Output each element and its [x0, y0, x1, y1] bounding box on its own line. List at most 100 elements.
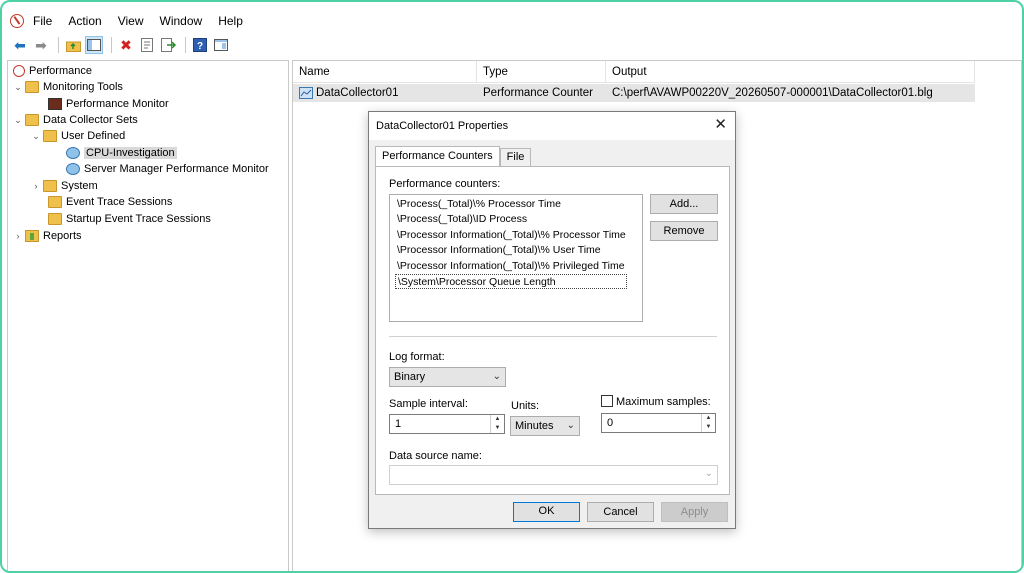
- reports-icon: [25, 230, 39, 242]
- monitor-chart-icon: [48, 98, 62, 110]
- properties-dialog: DataCollector01 Properties ✕ Performance…: [368, 111, 736, 529]
- dialog-tabs: Performance Counters File: [375, 146, 532, 167]
- tree-item-reports[interactable]: › Reports: [13, 228, 82, 244]
- counters-label: Performance counters:: [389, 178, 501, 190]
- folder-icon: [25, 114, 39, 126]
- remove-counter-button[interactable]: Remove: [650, 221, 718, 241]
- tree-item-system[interactable]: › System: [31, 178, 98, 194]
- menu-window[interactable]: Window: [160, 14, 203, 28]
- maximum-samples-checkbox[interactable]: [601, 395, 613, 407]
- forward-arrow-icon[interactable]: ➡: [32, 36, 50, 54]
- cell-output: C:\perf\AVAWP00220V_20260507-000001\Data…: [612, 87, 933, 99]
- data-source-select[interactable]: ⌄: [389, 465, 718, 485]
- units-select[interactable]: Minutes ⌄: [510, 416, 580, 436]
- chevron-down-icon: ⌄: [566, 420, 575, 431]
- close-icon[interactable]: ✕: [714, 117, 727, 133]
- chevron-down-icon: ⌄: [492, 371, 501, 382]
- tree-item-monitoring-tools[interactable]: ⌄ Monitoring Tools: [13, 79, 123, 95]
- dialog-title: DataCollector01 Properties: [376, 120, 509, 132]
- chevron-right-icon[interactable]: ›: [31, 181, 41, 191]
- export-icon[interactable]: [159, 36, 177, 54]
- tab-performance-counters[interactable]: Performance Counters: [375, 146, 500, 167]
- toolbar-separator: [185, 37, 186, 53]
- ok-button[interactable]: OK: [513, 502, 580, 522]
- folder-icon: [48, 196, 62, 208]
- list-item[interactable]: \Processor Information(_Total)\% Privile…: [395, 259, 627, 274]
- add-counter-button[interactable]: Add...: [650, 194, 718, 214]
- tree-item-performance-monitor[interactable]: Performance Monitor: [48, 96, 169, 112]
- data-source-label: Data source name:: [389, 450, 482, 462]
- apply-button[interactable]: Apply: [661, 502, 728, 522]
- menu-help[interactable]: Help: [218, 14, 243, 28]
- tree-item-startup-event-trace-sessions[interactable]: Startup Event Trace Sessions: [48, 211, 211, 227]
- maximum-samples-value: 0: [607, 417, 614, 429]
- help-icon[interactable]: ?: [191, 36, 209, 54]
- folder-icon: [48, 213, 62, 225]
- folder-icon: [43, 130, 57, 142]
- tab-file[interactable]: File: [499, 148, 532, 166]
- menu-file[interactable]: File: [33, 14, 52, 28]
- menu-action[interactable]: Action: [68, 14, 101, 28]
- chevron-down-icon[interactable]: ⌄: [13, 115, 23, 126]
- dialog-title-bar: DataCollector01 Properties ✕: [369, 112, 735, 140]
- navigation-tree: Performance ⌄ Monitoring Tools Performan…: [7, 60, 289, 571]
- tab-panel: Performance counters: \Process(_Total)\%…: [375, 166, 730, 495]
- menu-bar: File Action View Window Help: [2, 10, 1022, 32]
- counter-list[interactable]: \Process(_Total)\% Processor Time \Proce…: [389, 194, 643, 322]
- folder-icon: [43, 180, 57, 192]
- sample-interval-label: Sample interval:: [389, 398, 468, 410]
- show-hide-tree-icon[interactable]: [85, 36, 103, 54]
- maximum-samples-field[interactable]: 0 ▲ ▼: [601, 413, 716, 433]
- toolbar-separator: [58, 37, 59, 53]
- tree-item-user-defined[interactable]: ⌄ User Defined: [31, 128, 125, 144]
- cancel-button[interactable]: Cancel: [587, 502, 654, 522]
- table-row[interactable]: DataCollector01 Performance Counter C:\p…: [293, 84, 975, 102]
- spin-arrows-icon[interactable]: ▲ ▼: [701, 414, 715, 432]
- cell-type: Performance Counter: [483, 87, 593, 99]
- chevron-down-icon[interactable]: ⌄: [31, 131, 41, 142]
- performance-counter-icon: [299, 87, 313, 99]
- cell-name: DataCollector01: [293, 87, 477, 99]
- menu-view[interactable]: View: [118, 14, 144, 28]
- tree-item-data-collector-sets[interactable]: ⌄ Data Collector Sets: [13, 112, 138, 128]
- log-format-select[interactable]: Binary ⌄: [389, 367, 506, 387]
- window-frame: File Action View Window Help ⬅ ➡ ✖ ? Per…: [0, 0, 1024, 573]
- list-item[interactable]: \Process(_Total)\% Processor Time: [395, 197, 563, 212]
- chevron-down-icon: ⌄: [704, 468, 713, 479]
- console-icon[interactable]: [212, 36, 230, 54]
- list-item[interactable]: \Process(_Total)\ID Process: [395, 212, 529, 227]
- svg-text:?: ?: [197, 41, 203, 52]
- column-name[interactable]: Name: [293, 61, 477, 83]
- column-type[interactable]: Type: [477, 61, 606, 83]
- log-format-value: Binary: [394, 371, 426, 383]
- performance-icon: [13, 65, 25, 77]
- toolbar: ⬅ ➡ ✖ ?: [2, 34, 1022, 56]
- chevron-right-icon[interactable]: ›: [13, 231, 23, 241]
- toolbar-separator: [111, 37, 112, 53]
- list-header: Name Type Output: [293, 61, 975, 83]
- column-output[interactable]: Output: [606, 61, 975, 83]
- tree-item-event-trace-sessions[interactable]: Event Trace Sessions: [48, 194, 172, 210]
- maximum-samples-label: Maximum samples:: [616, 396, 711, 408]
- list-item[interactable]: \System\Processor Queue Length: [395, 274, 627, 289]
- tree-item-cpu-investigation[interactable]: CPU-Investigation: [66, 145, 177, 161]
- chevron-down-icon[interactable]: ⌄: [13, 82, 23, 93]
- list-item[interactable]: \Processor Information(_Total)\% Process…: [395, 228, 628, 243]
- data-collector-set-icon: [66, 147, 80, 159]
- spin-arrows-icon[interactable]: ▲ ▼: [490, 415, 504, 433]
- sample-interval-value: 1: [395, 418, 402, 430]
- units-label: Units:: [511, 400, 540, 412]
- units-value: Minutes: [515, 420, 554, 432]
- sample-interval-field[interactable]: 1 ▲ ▼: [389, 414, 505, 434]
- properties-icon[interactable]: [138, 36, 156, 54]
- tree-item-performance[interactable]: Performance: [13, 63, 92, 79]
- log-format-label: Log format:: [389, 351, 445, 363]
- back-arrow-icon[interactable]: ⬅: [11, 36, 29, 54]
- tree-item-server-manager[interactable]: Server Manager Performance Monitor: [66, 161, 269, 177]
- folder-icon: [25, 81, 39, 93]
- delete-icon[interactable]: ✖: [117, 36, 135, 54]
- up-folder-icon[interactable]: [64, 36, 82, 54]
- list-item[interactable]: \Processor Information(_Total)\% User Ti…: [395, 243, 603, 258]
- row-name: DataCollector01: [316, 87, 399, 99]
- divider: [389, 336, 717, 337]
